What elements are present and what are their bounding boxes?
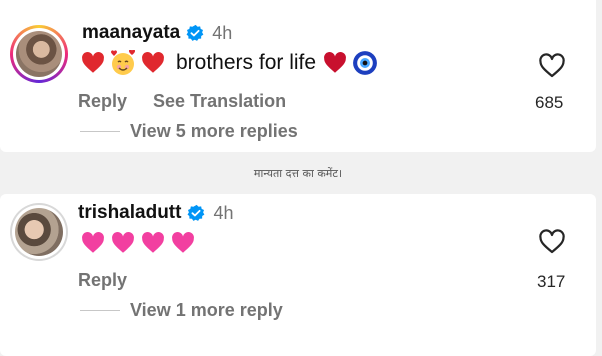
pink-heart-icon (82, 232, 104, 253)
pink-heart-icon (142, 232, 164, 253)
view-replies-button[interactable]: View 5 more replies (130, 121, 298, 142)
avatar[interactable] (10, 25, 68, 83)
comment-actions: Reply See Translation (78, 91, 286, 112)
pink-heart-icon (172, 232, 194, 253)
comment-body: brothers for life (80, 50, 382, 76)
comment-text: brothers for life (176, 51, 317, 74)
comment-actions: Reply (78, 270, 127, 291)
timestamp: 4h (212, 22, 233, 43)
reply-button[interactable]: Reply (78, 91, 127, 112)
red-heart-icon (324, 52, 347, 73)
comment-header: trishaladutt 4h (78, 202, 233, 224)
red-heart-icon (142, 52, 164, 73)
view-replies-row[interactable]: View 1 more reply (80, 300, 283, 321)
like-heart-icon[interactable] (538, 229, 566, 255)
like-count: 685 (535, 93, 564, 112)
replies-divider (80, 131, 120, 132)
comment-card: maanayata 4h brothers for life Reply See… (0, 0, 596, 152)
pink-heart-icon (112, 232, 134, 253)
comment-body (80, 230, 200, 256)
screenshot-stage: maanayata 4h brothers for life Reply See… (0, 0, 602, 356)
like-count: 317 (537, 272, 566, 291)
comment-header: maanayata 4h (82, 22, 232, 44)
view-replies-row[interactable]: View 5 more replies (80, 121, 298, 142)
image-caption: मान्यता दत्त का कमेंट। (253, 167, 343, 180)
like-heart-icon[interactable] (538, 53, 566, 79)
avatar[interactable] (10, 203, 68, 261)
view-replies-button[interactable]: View 1 more reply (130, 300, 283, 321)
timestamp: 4h (213, 202, 234, 223)
verified-badge-icon (186, 24, 204, 41)
verified-badge-icon (187, 204, 205, 221)
comment-card: trishaladutt 4h Reply 317 View 1 more re… (0, 194, 596, 356)
replies-divider (80, 310, 120, 311)
see-translation-button[interactable]: See Translation (153, 91, 286, 112)
username[interactable]: maanayata (82, 22, 180, 44)
smiling-face-with-hearts-icon (111, 50, 136, 75)
username[interactable]: trishaladutt (78, 202, 181, 224)
red-heart-icon (82, 52, 104, 73)
reply-button[interactable]: Reply (78, 270, 127, 291)
nazar-amulet-icon (353, 51, 377, 75)
